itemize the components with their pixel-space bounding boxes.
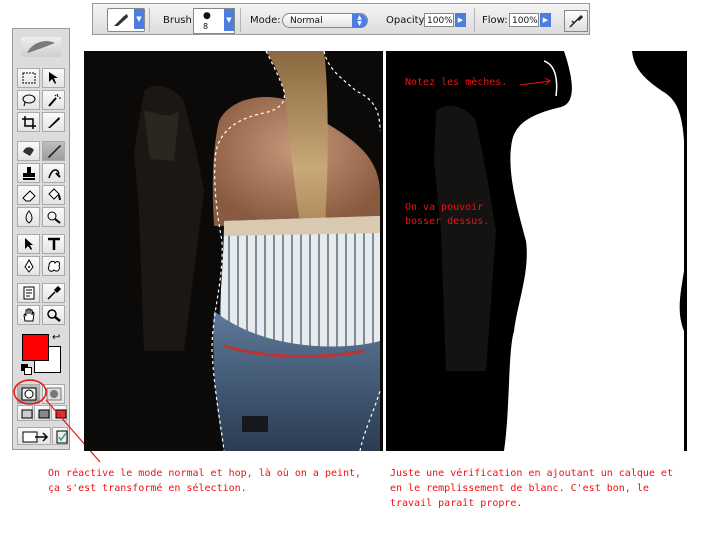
foreground-color-swatch[interactable] bbox=[22, 334, 49, 361]
note-bosser-line-1: On va pouvoir bbox=[405, 202, 484, 213]
photo-white-fill-view: Notez les mèches. On va pouvoir bosser d… bbox=[386, 51, 687, 451]
photo-woman-back-selection bbox=[134, 51, 381, 451]
caption-right-line-3: travail paraît propre. bbox=[390, 498, 523, 509]
annotation-arrow bbox=[519, 77, 551, 86]
caption-right: Juste une vérification en ajoutant un ca… bbox=[390, 466, 673, 511]
caption-right-line-2: en le remplissement de blanc. C'est bon,… bbox=[390, 483, 649, 494]
caption-left: On réactive le mode normal et hop, là où… bbox=[48, 466, 361, 496]
caption-left-line-2: ça s'est transformé en sélection. bbox=[48, 483, 247, 494]
caption-left-line-1: On réactive le mode normal et hop, là où… bbox=[48, 468, 362, 479]
note-meches: Notez les mèches. bbox=[405, 77, 508, 88]
photo-selection-view bbox=[84, 51, 383, 451]
caption-right-line-1: Juste une vérification en ajoutant un ca… bbox=[390, 468, 673, 479]
photo-white-silhouette bbox=[434, 51, 684, 451]
note-bosser: On va pouvoir bosser dessus. bbox=[405, 201, 489, 229]
annotation-circle bbox=[13, 379, 47, 405]
note-bosser-line-2: bosser dessus. bbox=[405, 216, 490, 227]
